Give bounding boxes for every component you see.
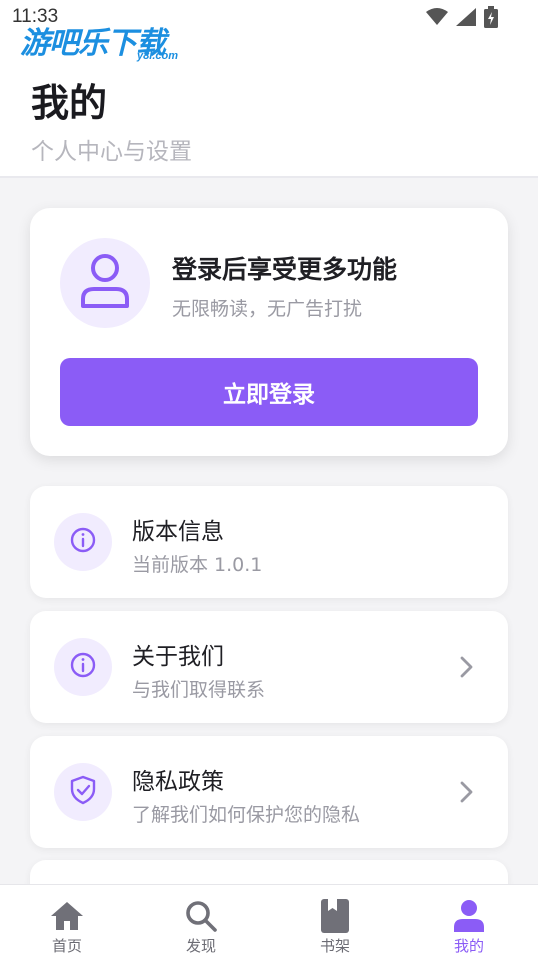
chevron-right-icon (454, 780, 478, 804)
login-card: 登录后享受更多功能 无限畅读，无广告打扰 立即登录 (30, 208, 508, 456)
menu-item-title: 隐私政策 (132, 769, 224, 795)
wifi-icon (426, 8, 448, 30)
page-subtitle: 个人中心与设置 (31, 139, 192, 165)
info-icon (70, 527, 96, 557)
nav-tab-bookshelf[interactable]: 书架 (268, 885, 402, 956)
menu-icon-bg (54, 513, 112, 571)
info-icon (70, 652, 96, 682)
header: 11:33 游吧乐下载 y8l.com 我的 个人中心与设置 (0, 0, 538, 178)
menu-item-subtitle: 当前版本 1.0.1 (132, 554, 263, 576)
nav-label: 首页 (51, 937, 82, 955)
login-title: 登录后享受更多功能 (172, 255, 398, 284)
watermark-subtext: y8l.com (137, 50, 178, 62)
menu-item-subtitle: 与我们取得联系 (132, 679, 266, 701)
search-icon (184, 899, 218, 933)
menu-icon-bg (54, 763, 112, 821)
bottom-nav: 首页 发现 书架 我的 (0, 884, 538, 956)
user-icon (80, 253, 130, 313)
nav-label: 书架 (319, 937, 350, 955)
menu-item-privacy[interactable]: 隐私政策 了解我们如何保护您的隐私 (30, 736, 508, 848)
nav-tab-mine[interactable]: 我的 (402, 885, 536, 956)
menu-icon-bg (54, 638, 112, 696)
battery-icon (484, 6, 498, 32)
nav-label: 发现 (185, 937, 216, 955)
login-subtitle: 无限畅读，无广告打扰 (172, 298, 363, 320)
home-icon (50, 899, 84, 933)
menu-item-subtitle: 了解我们如何保护您的隐私 (132, 804, 361, 826)
login-button[interactable]: 立即登录 (60, 358, 478, 426)
signal-icon (456, 8, 476, 30)
avatar (60, 238, 150, 328)
nav-label: 我的 (453, 937, 484, 955)
user-icon (452, 899, 486, 933)
shield-check-icon (69, 775, 97, 809)
menu-item-about[interactable]: 关于我们 与我们取得联系 (30, 611, 508, 723)
book-icon (318, 899, 352, 933)
status-icons (426, 6, 498, 32)
watermark-logo: 游吧乐下载 y8l.com (20, 18, 190, 66)
menu-item-title: 版本信息 (132, 519, 224, 545)
nav-tab-discover[interactable]: 发现 (134, 885, 268, 956)
nav-tab-home[interactable]: 首页 (0, 885, 134, 956)
page-title: 我的 (31, 81, 108, 125)
menu-item-title: 关于我们 (132, 644, 224, 670)
menu-item-version[interactable]: 版本信息 当前版本 1.0.1 (30, 486, 508, 598)
chevron-right-icon (454, 655, 478, 679)
